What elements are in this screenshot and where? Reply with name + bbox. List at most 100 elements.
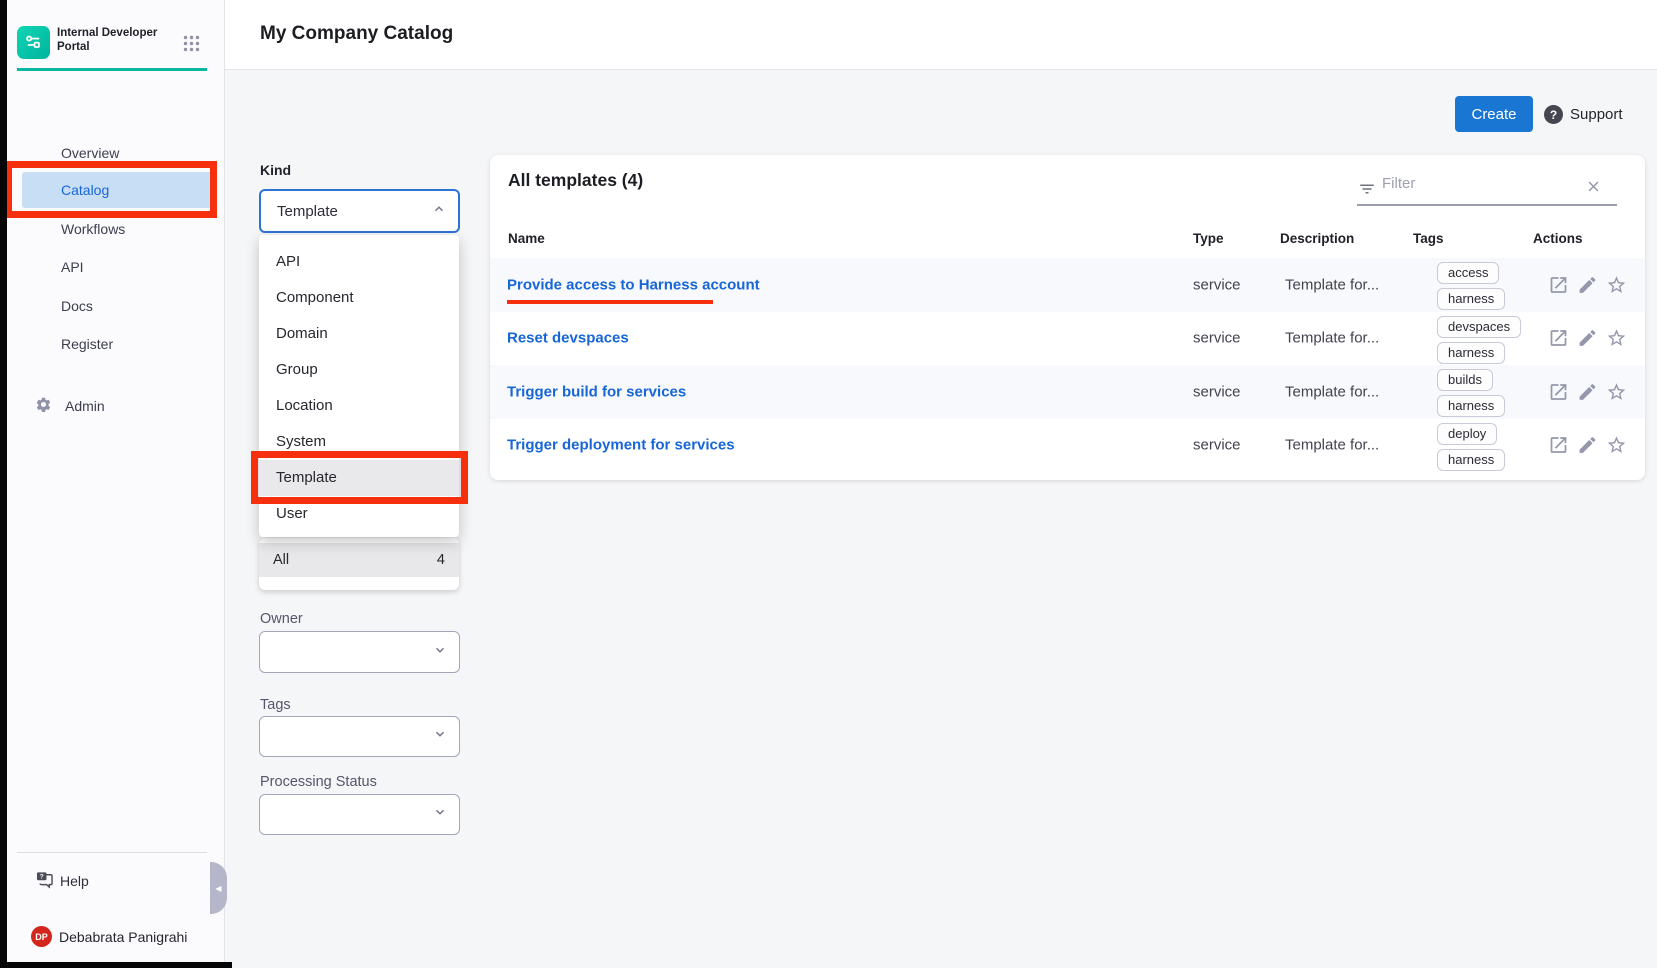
kind-select[interactable]: Template bbox=[259, 189, 460, 233]
tags-select[interactable] bbox=[259, 716, 460, 757]
star-icon[interactable] bbox=[1606, 274, 1627, 295]
kind-option-component[interactable]: Component bbox=[259, 280, 459, 316]
star-icon[interactable] bbox=[1606, 435, 1627, 456]
table-row: Reset devspaces service Template for... … bbox=[490, 312, 1645, 366]
processing-status-select[interactable] bbox=[259, 794, 460, 835]
templates-table-card: All templates (4) Name Type Description … bbox=[490, 155, 1645, 480]
kind-option-location[interactable]: Location bbox=[259, 388, 459, 424]
user-name[interactable]: Debabrata Panigrahi bbox=[59, 929, 187, 945]
app-logo-icon bbox=[17, 26, 50, 59]
tag-badge: harness bbox=[1437, 288, 1505, 310]
window-edge-bottom bbox=[0, 962, 232, 968]
row-description: Template for... bbox=[1285, 437, 1379, 454]
column-header-actions[interactable]: Actions bbox=[1533, 231, 1583, 246]
annotation-underline-name bbox=[507, 300, 713, 304]
kind-option-group[interactable]: Group bbox=[259, 352, 459, 388]
app-switcher-grid-icon[interactable] bbox=[183, 35, 200, 57]
row-description: Template for... bbox=[1285, 383, 1379, 400]
sidebar-item-search[interactable]: Search bbox=[7, 92, 225, 122]
row-type: service bbox=[1193, 383, 1241, 400]
column-header-description[interactable]: Description bbox=[1280, 231, 1354, 246]
sidebar-item-overview[interactable]: Overview bbox=[61, 145, 119, 161]
row-type: service bbox=[1193, 330, 1241, 347]
row-type: service bbox=[1193, 276, 1241, 293]
template-link[interactable]: Trigger build for services bbox=[507, 383, 686, 400]
table-filter-input[interactable] bbox=[1382, 175, 1562, 192]
owner-select[interactable] bbox=[259, 631, 460, 673]
table-row: Provide access to Harness account servic… bbox=[490, 258, 1645, 312]
sidebar-item-workflows[interactable]: Workflows bbox=[61, 221, 125, 237]
tag-badge: harness bbox=[1437, 395, 1505, 417]
sidebar-divider-bottom bbox=[17, 852, 207, 853]
support-link[interactable]: Support bbox=[1570, 106, 1623, 123]
scope-filter-all[interactable]: All 4 bbox=[259, 543, 459, 577]
processing-status-label: Processing Status bbox=[260, 774, 377, 790]
sidebar-item-api[interactable]: API bbox=[61, 259, 84, 275]
tag-badge: harness bbox=[1437, 449, 1505, 471]
open-in-new-icon[interactable] bbox=[1548, 274, 1569, 295]
kind-option-system[interactable]: System bbox=[259, 424, 459, 460]
user-avatar[interactable]: DP bbox=[31, 926, 52, 947]
app-title: Internal Developer Portal bbox=[57, 27, 179, 54]
edit-icon[interactable] bbox=[1577, 328, 1598, 349]
help-icon: ? bbox=[35, 870, 54, 894]
kind-option-domain[interactable]: Domain bbox=[259, 316, 459, 352]
edit-icon[interactable] bbox=[1577, 381, 1598, 402]
row-type: service bbox=[1193, 437, 1241, 454]
column-header-tags[interactable]: Tags bbox=[1413, 231, 1444, 246]
sidebar-item-catalog-label[interactable]: Catalog bbox=[61, 182, 109, 198]
kind-dropdown-menu: API Component Domain Group Location Syst… bbox=[259, 235, 459, 537]
kind-option-user[interactable]: User bbox=[259, 496, 459, 532]
gear-icon bbox=[35, 396, 52, 418]
sidebar-collapse-handle[interactable]: ◀ bbox=[210, 862, 227, 914]
template-link[interactable]: Provide access to Harness account bbox=[507, 276, 760, 293]
clear-filter-icon[interactable] bbox=[1586, 179, 1601, 199]
question-icon: ? bbox=[1544, 105, 1563, 124]
window-edge-left bbox=[0, 0, 7, 968]
filter-underline bbox=[1357, 204, 1617, 206]
chevron-up-icon bbox=[432, 202, 446, 221]
tag-badge: devspaces bbox=[1437, 316, 1521, 338]
chevron-down-icon bbox=[433, 727, 447, 746]
star-icon[interactable] bbox=[1606, 328, 1627, 349]
template-link[interactable]: Reset devspaces bbox=[507, 330, 629, 347]
open-in-new-icon[interactable] bbox=[1548, 435, 1569, 456]
collapse-arrow-icon: ◀ bbox=[215, 884, 221, 893]
edit-icon[interactable] bbox=[1577, 435, 1598, 456]
sidebar-item-help[interactable]: Help bbox=[60, 873, 89, 889]
open-in-new-icon[interactable] bbox=[1548, 328, 1569, 349]
star-icon[interactable] bbox=[1606, 381, 1627, 402]
row-description: Template for... bbox=[1285, 330, 1379, 347]
sidebar-item-register[interactable]: Register bbox=[61, 336, 113, 352]
kind-select-value: Template bbox=[277, 203, 432, 220]
column-header-type[interactable]: Type bbox=[1193, 231, 1224, 246]
sidebar-item-admin[interactable]: Admin bbox=[65, 398, 105, 414]
sidebar-item-docs[interactable]: Docs bbox=[61, 298, 93, 314]
tag-badge: harness bbox=[1437, 342, 1505, 364]
owner-label: Owner bbox=[260, 611, 303, 627]
scope-filter-all-count: 4 bbox=[437, 552, 445, 568]
kind-option-template[interactable]: Template bbox=[259, 460, 459, 496]
create-button[interactable]: Create bbox=[1455, 96, 1533, 132]
edit-icon[interactable] bbox=[1577, 274, 1598, 295]
sidebar-item-catalog[interactable] bbox=[22, 172, 215, 208]
kind-option-api[interactable]: API bbox=[259, 244, 459, 280]
svg-text:?: ? bbox=[40, 874, 44, 881]
sidebar: Internal Developer Portal Search Overvie… bbox=[7, 0, 225, 968]
table-row: Trigger build for services service Templ… bbox=[490, 365, 1645, 419]
tag-badge: access bbox=[1437, 262, 1499, 284]
scope-filter-card: All 4 bbox=[259, 538, 459, 590]
sidebar-divider-top bbox=[17, 68, 207, 71]
chevron-down-icon bbox=[433, 805, 447, 824]
filter-icon bbox=[1358, 180, 1376, 203]
template-link[interactable]: Trigger deployment for services bbox=[507, 437, 735, 454]
tag-badge: deploy bbox=[1437, 423, 1497, 445]
open-in-new-icon[interactable] bbox=[1548, 381, 1569, 402]
chevron-down-icon bbox=[433, 643, 447, 662]
table-title: All templates (4) bbox=[508, 170, 643, 191]
kind-label: Kind bbox=[260, 162, 291, 178]
column-header-name[interactable]: Name bbox=[508, 231, 545, 246]
page-title: My Company Catalog bbox=[260, 23, 453, 45]
tags-filter-label: Tags bbox=[260, 697, 291, 713]
tag-badge: builds bbox=[1437, 369, 1493, 391]
